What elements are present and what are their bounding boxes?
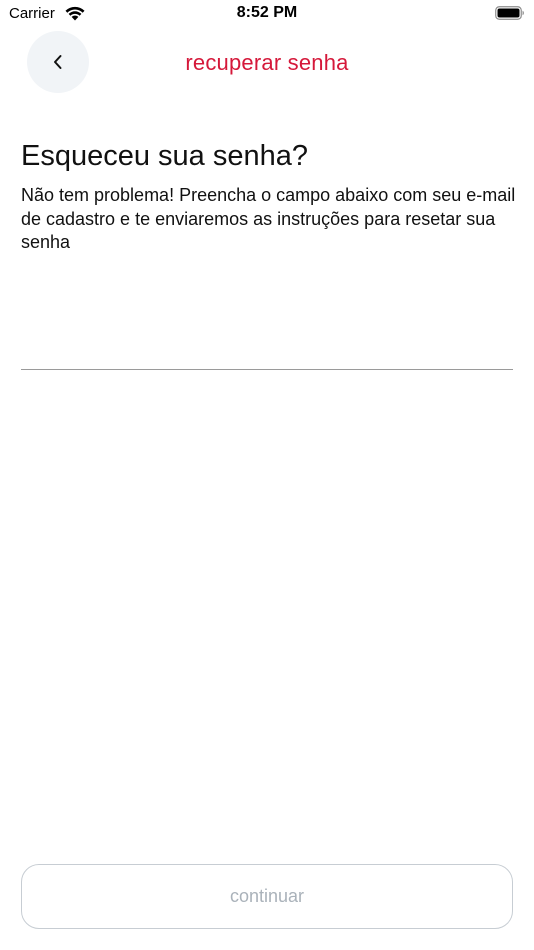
page-title: recuperar senha bbox=[185, 50, 349, 75]
continue-button[interactable]: continuar bbox=[21, 864, 513, 929]
recover-password-screen: Carrier 8:52 PM recuperar senha Esqueceu… bbox=[0, 0, 534, 950]
status-bar: Carrier 8:52 PM bbox=[0, 0, 534, 28]
forgot-password-heading: Esqueceu sua senha? bbox=[21, 140, 308, 172]
status-time: 8:52 PM bbox=[236, 4, 298, 21]
instructions-text: Não tem problema! Preencha o campo abaix… bbox=[21, 185, 516, 252]
email-field[interactable] bbox=[21, 330, 513, 370]
battery-full-icon bbox=[495, 6, 524, 20]
